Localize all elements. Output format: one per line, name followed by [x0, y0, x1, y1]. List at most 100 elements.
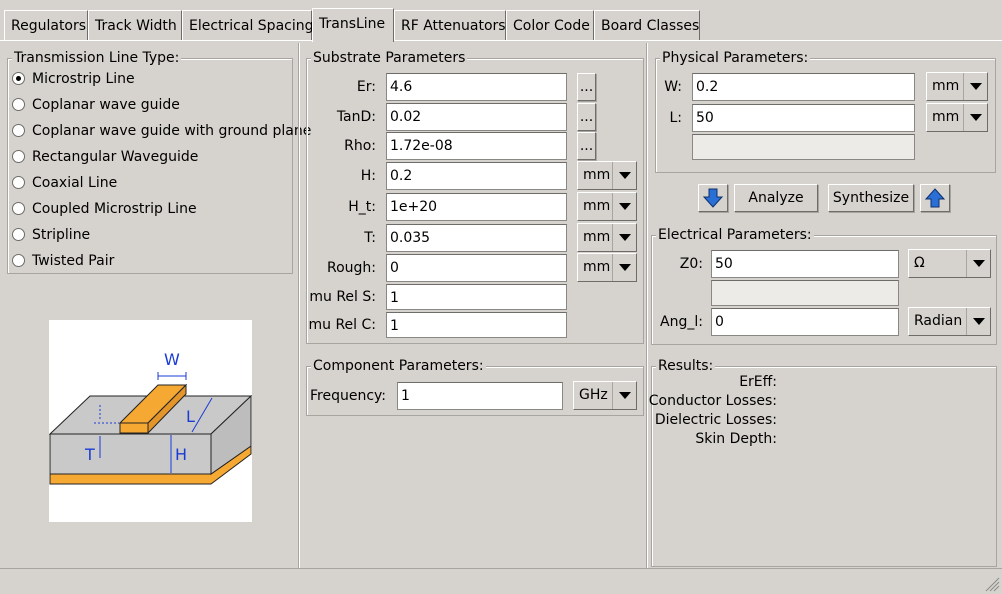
l-label: L:: [669, 110, 682, 126]
frequency-unit-select[interactable]: GHz: [573, 381, 637, 410]
radio-button[interactable]: [12, 150, 25, 163]
tand-browse-button[interactable]: ...: [577, 103, 596, 131]
radio-label: Rectangular Waveguide: [32, 149, 199, 165]
radio-button[interactable]: [12, 98, 25, 111]
murelc-input[interactable]: 1: [386, 312, 567, 338]
result-skin-depth-label: Skin Depth:: [695, 431, 777, 447]
component-title: Component Parameters:: [311, 357, 486, 375]
radio-rect-waveguide[interactable]: Rectangular Waveguide: [12, 146, 198, 168]
frequency-label: Frequency:: [310, 388, 387, 404]
z0-label: Z0:: [679, 256, 703, 272]
radio-label: Coplanar wave guide with ground plane: [32, 123, 312, 139]
tand-input[interactable]: 0.02: [386, 103, 567, 131]
tab-electrical-spacing[interactable]: Electrical Spacing: [182, 10, 314, 41]
ang-input[interactable]: 0: [711, 308, 899, 336]
column-separator: [298, 43, 300, 568]
synthesize-down-button[interactable]: [698, 184, 728, 212]
unit-value: mm: [932, 109, 960, 125]
chevron-down-icon[interactable]: [963, 73, 987, 100]
synthesize-button[interactable]: Synthesize: [828, 184, 914, 212]
l-input[interactable]: 50: [692, 104, 915, 132]
results-title: Results:: [656, 357, 716, 375]
unit-value: mm: [583, 167, 611, 183]
h-unit-select[interactable]: mm: [577, 161, 637, 190]
radio-coplanar-ground[interactable]: Coplanar wave guide with ground plane: [12, 120, 311, 142]
w-unit-select[interactable]: mm: [926, 72, 988, 101]
t-unit-select[interactable]: mm: [577, 223, 637, 252]
frequency-input[interactable]: 1: [397, 382, 563, 410]
electrical-extra-field: [711, 280, 899, 306]
microstrip-illustration: W L H T: [48, 350, 253, 485]
radio-button[interactable]: [12, 202, 25, 215]
unit-value: Ω: [914, 255, 925, 271]
ht-unit-select[interactable]: mm: [577, 192, 637, 221]
t-input[interactable]: 0.035: [386, 224, 567, 252]
er-label: Er:: [356, 79, 376, 95]
label-w: W: [164, 350, 180, 369]
arrow-up-icon: [924, 188, 946, 208]
chevron-down-icon[interactable]: [612, 162, 636, 189]
radio-label: Stripline: [32, 227, 91, 243]
tab-board-classes[interactable]: Board Classes: [594, 10, 700, 41]
z0-input[interactable]: 50: [711, 250, 899, 278]
analyze-button[interactable]: Analyze: [734, 184, 818, 212]
unit-value: mm: [583, 259, 611, 275]
unit-value: GHz: [579, 387, 608, 403]
rough-input[interactable]: 0: [386, 254, 567, 282]
murels-input[interactable]: 1: [386, 284, 567, 310]
substrate-title: Substrate Parameters: [311, 49, 468, 67]
radio-button[interactable]: [12, 254, 25, 267]
radio-coupled-microstrip[interactable]: Coupled Microstrip Line: [12, 198, 197, 220]
chevron-down-icon[interactable]: [966, 250, 990, 277]
label-l: L: [186, 407, 195, 426]
chevron-down-icon[interactable]: [612, 254, 636, 281]
radio-microstrip[interactable]: Microstrip Line: [12, 68, 135, 90]
chevron-down-icon[interactable]: [963, 104, 987, 131]
chevron-down-icon[interactable]: [612, 193, 636, 220]
rho-input[interactable]: 1.72e-08: [386, 132, 567, 160]
rho-browse-button[interactable]: ...: [577, 132, 596, 160]
tab-rf-attenuators[interactable]: RF Attenuators: [394, 10, 506, 41]
radio-label: Coupled Microstrip Line: [32, 201, 197, 217]
radio-button[interactable]: [12, 124, 25, 137]
er-input[interactable]: 4.6: [386, 73, 567, 101]
tab-color-code[interactable]: Color Code: [506, 10, 594, 41]
z0-unit-select[interactable]: Ω: [908, 249, 991, 278]
radio-label: Microstrip Line: [32, 71, 135, 87]
tab-transline[interactable]: TransLine: [312, 8, 394, 42]
er-browse-button[interactable]: ...: [577, 73, 596, 101]
h-label: H:: [360, 168, 376, 184]
chevron-down-icon[interactable]: [612, 382, 636, 409]
unit-value: mm: [932, 78, 960, 94]
unit-value: Radian: [914, 313, 963, 329]
tab-track-width[interactable]: Track Width: [88, 10, 182, 41]
radio-stripline[interactable]: Stripline: [12, 224, 90, 246]
unit-value: mm: [583, 229, 611, 245]
ht-input[interactable]: 1e+20: [386, 193, 567, 221]
radio-button[interactable]: [12, 176, 25, 189]
analyze-up-button[interactable]: [920, 184, 950, 212]
radio-twisted-pair[interactable]: Twisted Pair: [12, 250, 114, 272]
radio-coplanar[interactable]: Coplanar wave guide: [12, 94, 180, 116]
h-input[interactable]: 0.2: [386, 162, 567, 190]
w-input[interactable]: 0.2: [692, 73, 915, 101]
radio-button[interactable]: [12, 228, 25, 241]
electrical-title: Electrical Parameters:: [656, 226, 814, 244]
rough-unit-select[interactable]: mm: [577, 253, 637, 282]
chevron-down-icon[interactable]: [966, 308, 990, 335]
ang-unit-select[interactable]: Radian: [908, 307, 991, 336]
chevron-down-icon[interactable]: [612, 224, 636, 251]
resize-grip-icon[interactable]: [982, 574, 1000, 592]
l-unit-select[interactable]: mm: [926, 103, 988, 132]
t-label: T:: [364, 230, 376, 246]
tab-bar: Regulators Track Width Electrical Spacin…: [0, 8, 1002, 42]
strip-front-shape: [119, 422, 149, 434]
arrow-down-icon: [702, 188, 724, 208]
radio-coaxial[interactable]: Coaxial Line: [12, 172, 117, 194]
radio-button-selected[interactable]: [12, 72, 25, 85]
physical-extra-field: [692, 134, 915, 160]
tab-regulators[interactable]: Regulators: [4, 10, 88, 41]
tand-label: TanD:: [336, 109, 376, 125]
label-h: H: [175, 445, 187, 464]
radio-label: Coplanar wave guide: [32, 97, 180, 113]
